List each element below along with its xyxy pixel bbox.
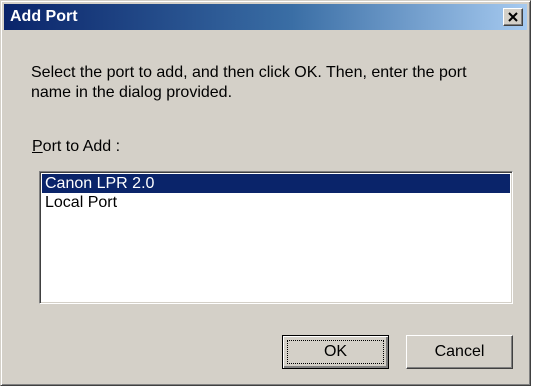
dialog-title: Add Port (10, 8, 78, 25)
cancel-button[interactable]: Cancel (406, 335, 513, 369)
accelerator-key: P (32, 138, 43, 155)
ok-button[interactable]: OK (282, 335, 389, 369)
add-port-dialog: Add Port Select the port to add, and the… (0, 0, 531, 386)
port-listbox[interactable]: Canon LPR 2.0 Local Port (39, 171, 513, 304)
instruction-text: Select the port to add, and then click O… (31, 64, 467, 101)
port-list-label-text: ort to Add : (42, 138, 121, 155)
close-icon (508, 12, 518, 22)
list-item-canon-lpr[interactable]: Canon LPR 2.0 (42, 174, 510, 193)
list-item-local-port[interactable]: Local Port (42, 193, 510, 212)
title-bar[interactable]: Add Port (4, 4, 527, 30)
port-list-label: Port to Add : (32, 138, 120, 156)
close-button[interactable] (503, 8, 523, 26)
focus-rectangle (287, 340, 384, 364)
